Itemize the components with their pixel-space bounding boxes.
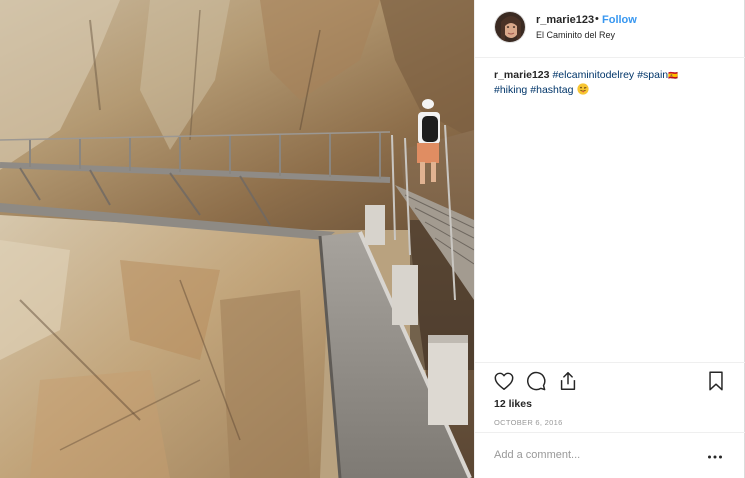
share-icon[interactable]	[557, 370, 579, 392]
tongue-face-emoji-icon	[576, 83, 589, 95]
comment-icon[interactable]	[525, 370, 547, 392]
post-photo[interactable]	[0, 0, 474, 478]
bookmark-icon[interactable]	[705, 370, 727, 392]
actions-divider	[475, 362, 745, 363]
heart-icon[interactable]	[493, 370, 515, 392]
hashtag-hashtag[interactable]: #hashtag	[530, 84, 573, 96]
avatar-image	[495, 12, 525, 42]
post-header: r_marie123 • Follow El Caminito del Rey	[475, 0, 745, 58]
hashtag-elcaminitodelrey[interactable]: #elcaminitodelrey	[552, 69, 634, 81]
comment-bar	[475, 432, 745, 478]
follow-button[interactable]: Follow	[602, 14, 637, 26]
hashtag-hiking[interactable]: #hiking	[494, 84, 527, 96]
more-options-icon[interactable]	[707, 449, 723, 459]
separator-dot: •	[595, 13, 599, 25]
spain-flag-emoji: 🇪🇸	[668, 71, 679, 80]
post-caption: r_marie123 #elcaminitodelrey #spain🇪🇸 #hik…	[494, 68, 732, 98]
hashtag-spain-text: #spain	[637, 69, 669, 81]
author-username[interactable]: r_marie123	[536, 14, 594, 26]
comment-input[interactable]	[492, 445, 696, 465]
hashtag-spain[interactable]: #spain🇪🇸	[637, 69, 678, 81]
instagram-post: r_marie123 • Follow El Caminito del Rey …	[0, 0, 745, 478]
caminito-del-rey-photo	[0, 0, 474, 478]
post-details-panel: r_marie123 • Follow El Caminito del Rey …	[474, 0, 745, 478]
caption-username[interactable]: r_marie123	[494, 69, 549, 81]
likes-count[interactable]: 12 likes	[494, 398, 532, 410]
post-date[interactable]: OCTOBER 6, 2016	[494, 418, 563, 427]
profile-avatar[interactable]	[494, 11, 526, 43]
post-location[interactable]: El Caminito del Rey	[536, 30, 615, 40]
